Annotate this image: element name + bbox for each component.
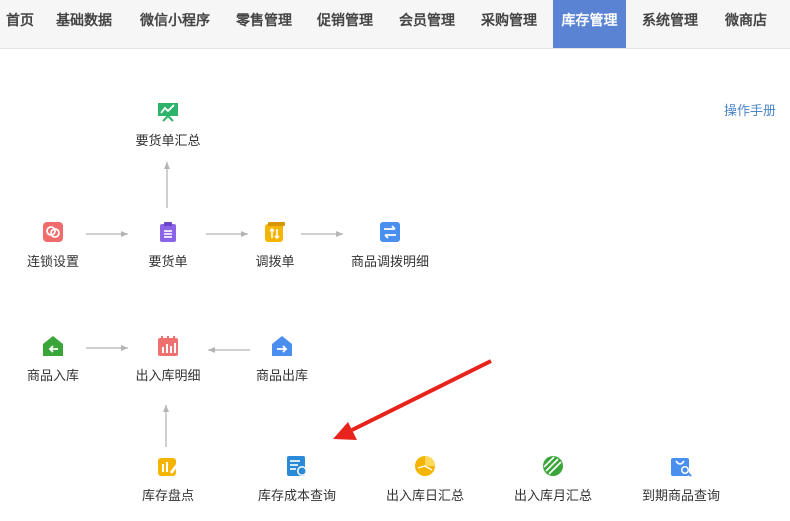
node-label: 连锁设置: [26, 255, 79, 270]
stripe-ball-icon: [543, 456, 563, 476]
link-icon: [43, 222, 63, 242]
node-expiry-query[interactable]: 到期商品查询: [626, 455, 736, 504]
node-label: 要货单: [148, 255, 188, 270]
bag-search-icon: [671, 458, 692, 477]
node-chain-settings[interactable]: 连锁设置: [0, 221, 108, 270]
node-request-summary[interactable]: 要货单汇总: [113, 100, 223, 149]
node-label: 出入库月汇总: [513, 489, 592, 504]
house-in-icon: [43, 336, 63, 356]
node-transfer-detail[interactable]: 商品调拨明细: [335, 221, 445, 270]
node-cost-query[interactable]: 库存成本查询: [242, 455, 352, 504]
node-stocktake[interactable]: 库存盘点: [113, 455, 223, 504]
presentation-chart-icon: [158, 103, 178, 122]
node-label: 到期商品查询: [641, 489, 720, 504]
node-daily-summary[interactable]: 出入库日汇总: [370, 455, 480, 504]
node-stock-out[interactable]: 商品出库: [227, 335, 337, 384]
node-monthly-summary[interactable]: 出入库月汇总: [498, 455, 608, 504]
annotation-arrow: [333, 359, 492, 440]
node-label: 出入库日汇总: [385, 489, 464, 504]
stocktake-icon: [158, 458, 178, 476]
cost-doc-icon: [287, 456, 307, 476]
exchange-icon: [380, 222, 400, 242]
node-label: 调拨单: [255, 255, 295, 270]
node-label: 商品入库: [26, 369, 79, 384]
node-label: 要货单汇总: [135, 134, 201, 149]
node-label: 出入库明细: [135, 369, 201, 384]
transfer-doc-icon: [265, 222, 285, 242]
house-out-icon: [272, 336, 292, 356]
clipboard-icon: [160, 222, 176, 242]
node-transfer-order[interactable]: 调拨单: [220, 221, 330, 270]
node-label: 商品出库: [255, 369, 308, 384]
node-label: 库存成本查询: [257, 489, 336, 504]
node-request-order[interactable]: 要货单: [113, 221, 223, 270]
node-stock-in[interactable]: 商品入库: [0, 335, 108, 384]
node-in-out-detail[interactable]: 出入库明细: [113, 335, 223, 384]
pie-chart-icon: [415, 456, 435, 476]
bar-chart-icon: [158, 336, 178, 356]
node-label: 库存盘点: [141, 489, 194, 504]
node-label: 商品调拨明细: [350, 255, 429, 270]
